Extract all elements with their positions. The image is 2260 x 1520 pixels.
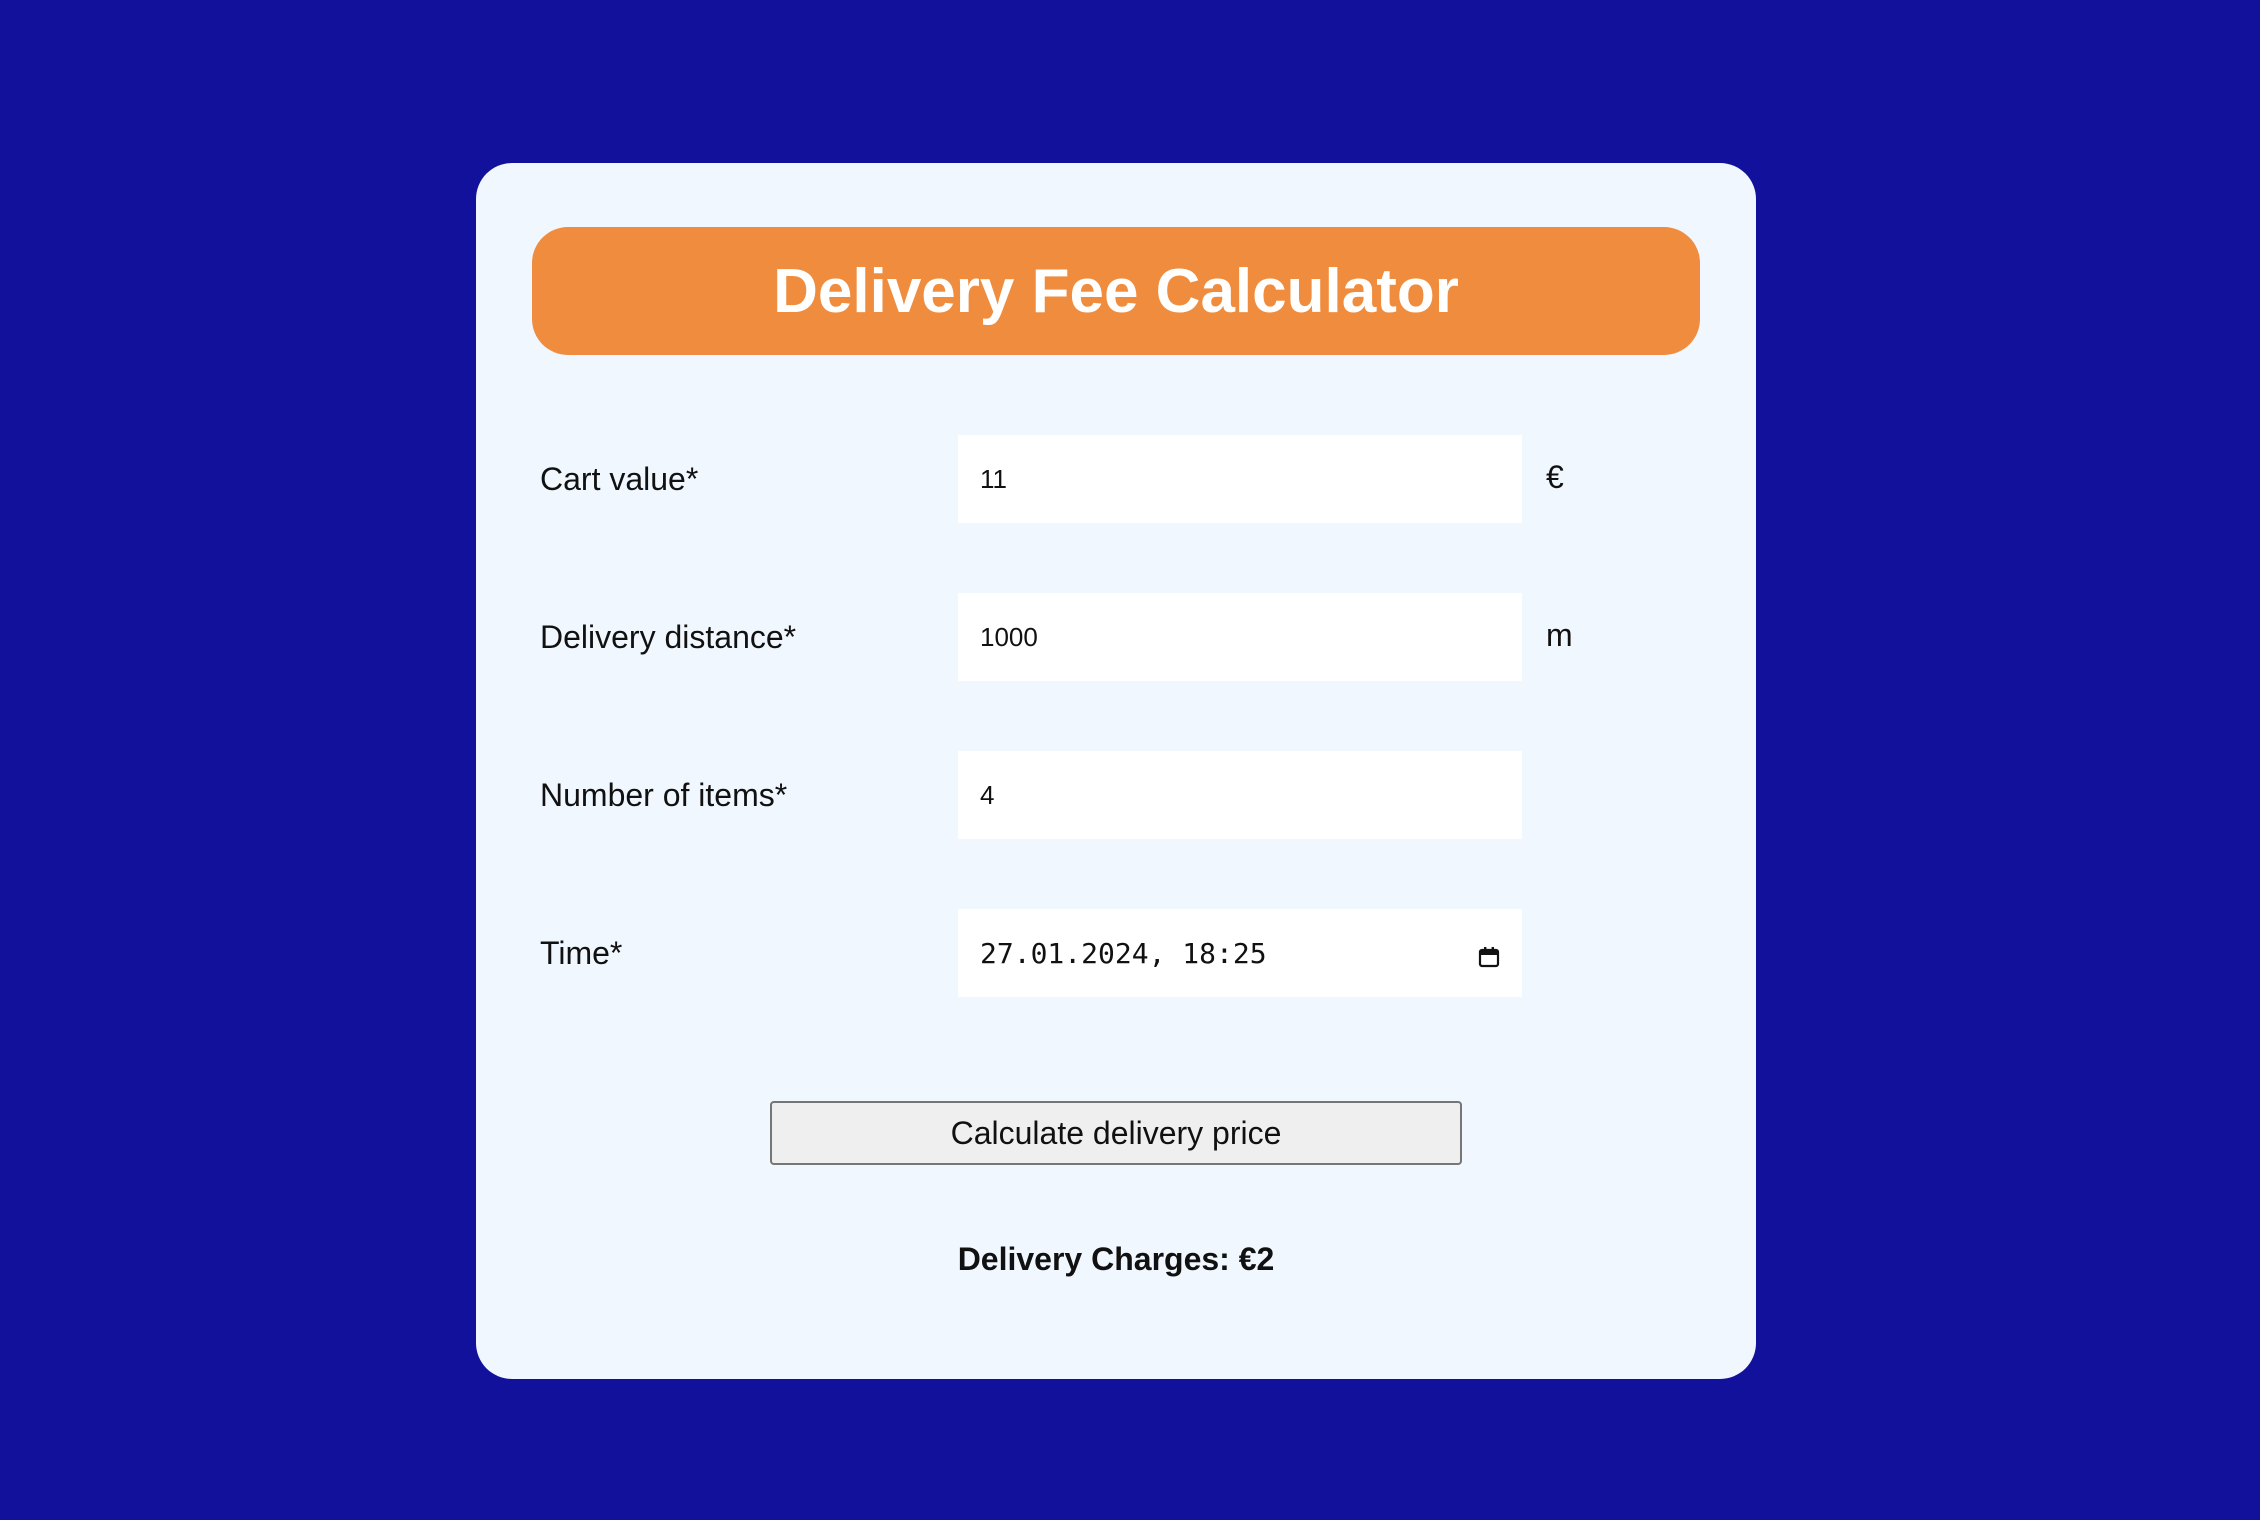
header-banner: Delivery Fee Calculator [532,227,1700,355]
delivery-charges-result: Delivery Charges: €2 [957,1241,1275,1277]
time-value: 27.01.2024, 18:25 [980,936,1267,970]
number-of-items-label: Number of items* [540,777,788,813]
delivery-distance-row: Delivery distance* 1000 m [476,593,1756,681]
page-title: Delivery Fee Calculator [773,256,1459,326]
cart-value-label: Cart value* [540,461,699,497]
calculate-button[interactable]: Calculate delivery price [770,1101,1462,1165]
cart-value-unit: € [1546,459,1564,495]
cart-value-row: Cart value* 11 € [476,435,1756,523]
delivery-distance-label: Delivery distance* [540,619,797,655]
time-label: Time* [540,935,623,971]
calculator-card: Delivery Fee Calculator Cart value* 11 €… [476,163,1756,1379]
number-of-items-input[interactable]: 4 [958,751,1522,839]
calendar-icon[interactable] [1478,942,1500,968]
time-row: Time* 27.01.2024, 18:25 [476,909,1756,997]
number-of-items-row: Number of items* 4 [476,751,1756,839]
time-input[interactable]: 27.01.2024, 18:25 [958,909,1522,997]
delivery-distance-unit: m [1546,617,1573,653]
delivery-distance-input[interactable]: 1000 [958,593,1522,681]
cart-value-input[interactable]: 11 [958,435,1522,523]
